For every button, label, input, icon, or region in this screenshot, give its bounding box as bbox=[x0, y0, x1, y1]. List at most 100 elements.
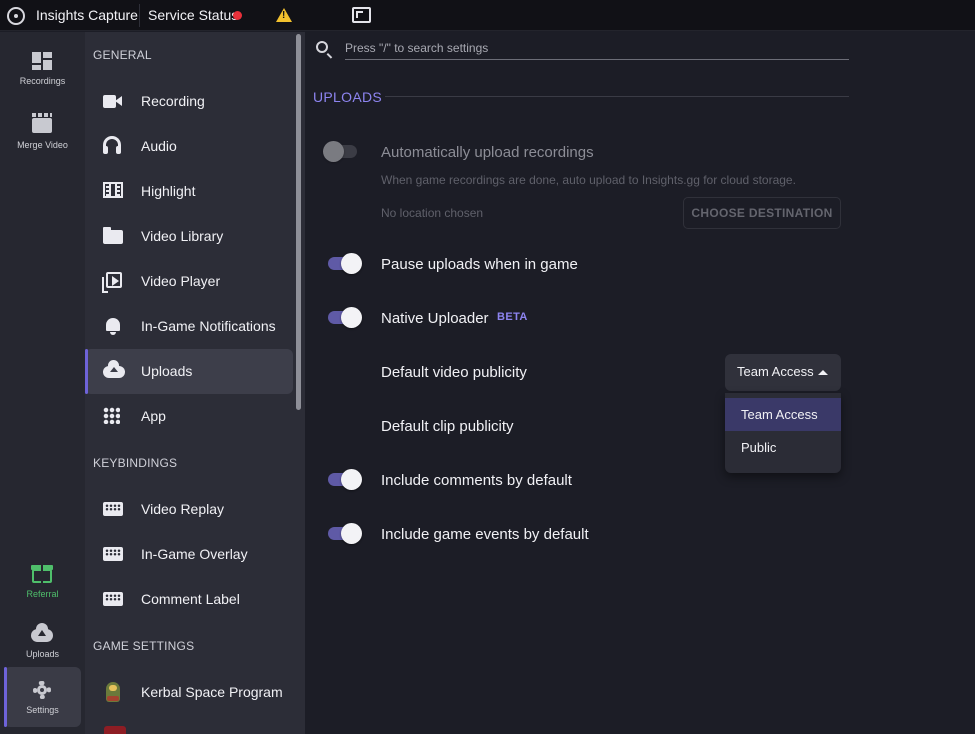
video-publicity-select[interactable]: Team Access bbox=[725, 354, 841, 391]
gear-icon bbox=[33, 681, 51, 699]
publicity-dropdown-menu: Team Access Public bbox=[725, 393, 841, 473]
clapperboard-icon bbox=[32, 113, 52, 133]
nav-item-comment-label[interactable]: Comment Label bbox=[85, 577, 293, 622]
option-label: Team Access bbox=[741, 407, 818, 422]
rail-item-label: Referral bbox=[26, 589, 59, 599]
apps-grid-icon bbox=[103, 407, 120, 424]
nav-item-label: Recording bbox=[141, 93, 205, 109]
toggle-knob bbox=[323, 141, 344, 162]
bell-icon bbox=[106, 318, 120, 335]
settings-content: UPLOADS Automatically upload recordings … bbox=[305, 32, 975, 734]
include-events-toggle[interactable] bbox=[327, 522, 363, 546]
folder-icon bbox=[103, 227, 123, 244]
nav-scrollbar[interactable] bbox=[296, 34, 301, 410]
include-events-label: Include game events by default bbox=[381, 526, 589, 543]
nav-item-label: In-Game Overlay bbox=[141, 546, 248, 562]
include-comments-label: Include comments by default bbox=[381, 472, 572, 489]
title-bar: Insights Capture Service Status bbox=[0, 0, 975, 31]
video-camera-icon bbox=[103, 95, 122, 108]
video-publicity-label: Default video publicity bbox=[381, 364, 527, 381]
keyboard-icon bbox=[103, 592, 123, 606]
rail-item-label: Uploads bbox=[25, 649, 60, 659]
nav-item-label: App bbox=[141, 408, 166, 424]
nav-item-kerbal-space-program[interactable]: Kerbal Space Program bbox=[85, 670, 293, 715]
headset-icon bbox=[103, 136, 121, 154]
nav-item-label: In-Game Notifications bbox=[141, 318, 276, 334]
cloud-upload-icon bbox=[31, 623, 53, 642]
warning-icon[interactable] bbox=[276, 8, 292, 22]
rail-item-label: Merge Video bbox=[17, 140, 68, 150]
rail-item-label: Recordings bbox=[19, 76, 66, 86]
menu-option-team-access[interactable]: Team Access bbox=[725, 398, 841, 431]
dashboard-icon bbox=[32, 52, 52, 70]
nav-heading-game-settings: GAME SETTINGS bbox=[93, 639, 195, 653]
nav-item-label: Audio bbox=[141, 138, 177, 154]
rail-item-label: Settings bbox=[26, 705, 59, 715]
rail-item-recordings[interactable]: Recordings bbox=[4, 38, 81, 98]
nav-item-label: Highlight bbox=[141, 183, 196, 199]
left-rail: Recordings Merge Video Referral Uploads … bbox=[0, 32, 85, 734]
rail-item-merge-video[interactable]: Merge Video bbox=[4, 102, 81, 162]
section-title: UPLOADS bbox=[313, 89, 383, 105]
pause-uploads-toggle[interactable] bbox=[327, 252, 363, 276]
nav-item-video-replay[interactable]: Video Replay bbox=[85, 487, 293, 532]
nav-item-label: Video Player bbox=[141, 273, 221, 289]
nav-item-label: Kerbal Space Program bbox=[141, 684, 283, 700]
keyboard-icon bbox=[103, 502, 123, 516]
settings-nav: GENERAL Recording Audio Highlight Video … bbox=[85, 32, 305, 734]
search-input[interactable] bbox=[345, 36, 849, 60]
play-library-icon bbox=[102, 272, 122, 293]
nav-item-label: Comment Label bbox=[141, 591, 240, 607]
nav-item-uploads[interactable]: Uploads bbox=[85, 349, 293, 394]
section-divider bbox=[385, 96, 849, 97]
rail-item-uploads[interactable]: Uploads bbox=[4, 611, 81, 671]
toggle-knob bbox=[341, 307, 362, 328]
app-logo-icon bbox=[7, 7, 25, 25]
game-icon bbox=[104, 726, 126, 734]
nav-item-audio[interactable]: Audio bbox=[85, 124, 293, 169]
service-status-link[interactable]: Service Status bbox=[148, 7, 238, 23]
choose-destination-button[interactable]: CHOOSE DESTINATION bbox=[683, 197, 841, 229]
auto-upload-label: Automatically upload recordings bbox=[381, 144, 594, 161]
upload-location: No location chosen bbox=[381, 206, 484, 220]
rail-item-settings[interactable]: Settings bbox=[4, 667, 81, 727]
clip-publicity-label: Default clip publicity bbox=[381, 418, 514, 435]
beta-badge: BETA bbox=[497, 311, 528, 323]
title-separator bbox=[139, 4, 140, 27]
app-title: Insights Capture bbox=[36, 7, 138, 23]
nav-item-in-game-overlay[interactable]: In-Game Overlay bbox=[85, 532, 293, 577]
menu-option-public[interactable]: Public bbox=[725, 431, 841, 464]
nav-item-video-player[interactable]: Video Player bbox=[85, 259, 293, 304]
nav-item-app[interactable]: App bbox=[85, 394, 293, 439]
auto-upload-toggle[interactable] bbox=[323, 140, 359, 164]
nav-heading-keybindings: KEYBINDINGS bbox=[93, 456, 178, 470]
include-comments-toggle[interactable] bbox=[327, 468, 363, 492]
nav-item-label: Video Library bbox=[141, 228, 224, 244]
film-icon bbox=[103, 182, 123, 198]
nav-item-recording[interactable]: Recording bbox=[85, 79, 293, 124]
nav-item-in-game-notifications[interactable]: In-Game Notifications bbox=[85, 304, 293, 349]
rail-item-referral[interactable]: Referral bbox=[4, 551, 81, 611]
status-dot-icon bbox=[233, 11, 242, 20]
toggle-knob bbox=[341, 469, 362, 490]
select-value: Team Access bbox=[737, 364, 814, 379]
toggle-knob bbox=[341, 523, 362, 544]
toggle-knob bbox=[341, 253, 362, 274]
auto-upload-description: When game recordings are done, auto uplo… bbox=[381, 173, 796, 187]
gift-icon bbox=[31, 565, 53, 583]
nav-item-highlight[interactable]: Highlight bbox=[85, 169, 293, 214]
option-label: Public bbox=[741, 440, 777, 455]
nav-heading-general: GENERAL bbox=[93, 48, 152, 62]
kerbal-game-icon bbox=[106, 682, 120, 702]
pause-uploads-label: Pause uploads when in game bbox=[381, 256, 578, 273]
screen-capture-icon[interactable] bbox=[352, 7, 371, 23]
nav-item-label: Uploads bbox=[141, 363, 193, 379]
search-icon bbox=[316, 41, 328, 53]
nav-item-label: Video Replay bbox=[141, 501, 225, 517]
cloud-upload-icon bbox=[103, 360, 125, 378]
native-uploader-label: Native Uploader bbox=[381, 310, 489, 327]
native-uploader-toggle[interactable] bbox=[327, 306, 363, 330]
caret-up-icon bbox=[818, 370, 828, 375]
keyboard-icon bbox=[103, 547, 123, 561]
nav-item-video-library[interactable]: Video Library bbox=[85, 214, 293, 259]
